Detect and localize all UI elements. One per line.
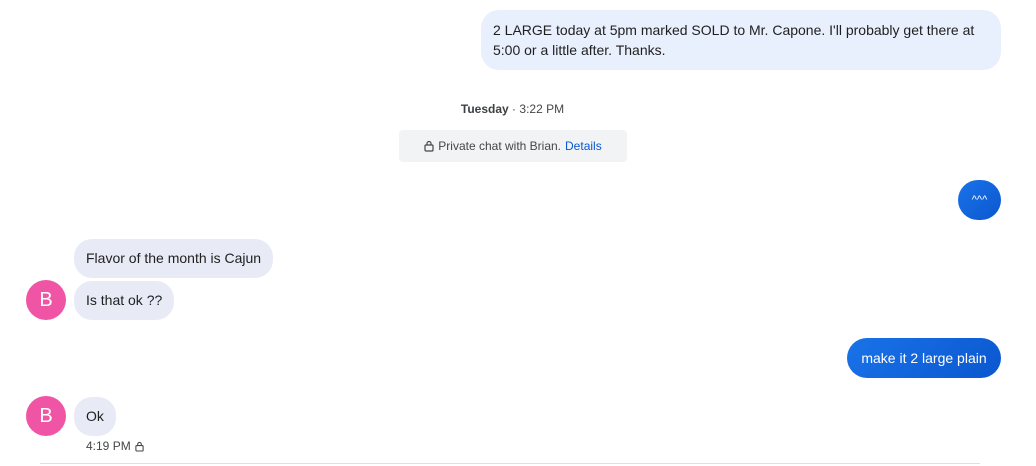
lock-icon [424, 140, 434, 152]
message-text: 2 LARGE today at 5pm marked SOLD to Mr. … [493, 22, 975, 58]
avatar-initial: B [39, 288, 53, 311]
message-text: ^^^ [971, 194, 988, 206]
message-timestamp: 4:19 PM [86, 439, 144, 453]
message-bubble-outgoing[interactable]: 2 LARGE today at 5pm marked SOLD to Mr. … [481, 10, 1001, 70]
divider-time: 3:22 PM [519, 102, 565, 116]
private-chat-text: Private chat with Brian. [438, 139, 562, 153]
date-divider: Tuesday · 3:22 PM [0, 102, 1025, 116]
message-text: Ok [86, 408, 104, 424]
composer-divider [40, 463, 980, 464]
divider-day: Tuesday [460, 102, 509, 116]
details-link[interactable]: Details [565, 139, 602, 153]
message-text: make it 2 large plain [861, 350, 987, 366]
avatar[interactable]: B [26, 396, 66, 436]
lock-icon [135, 441, 144, 452]
message-bubble-incoming[interactable]: Flavor of the month is Cajun [74, 239, 274, 278]
avatar-initial: B [39, 404, 53, 427]
message-bubble-outgoing[interactable]: ^^^ [958, 180, 1001, 220]
divider-separator: · [512, 102, 517, 116]
message-text: Is that ok ?? [86, 292, 163, 308]
message-text: Flavor of the month is Cajun [86, 250, 262, 266]
private-chat-notice: Private chat with Brian. Details [399, 130, 627, 162]
avatar[interactable]: B [26, 280, 66, 320]
message-bubble-outgoing[interactable]: make it 2 large plain [847, 338, 1001, 378]
message-bubble-incoming[interactable]: Is that ok ?? [74, 281, 175, 320]
timestamp-text: 4:19 PM [86, 439, 131, 453]
message-bubble-incoming[interactable]: Ok [74, 397, 116, 436]
